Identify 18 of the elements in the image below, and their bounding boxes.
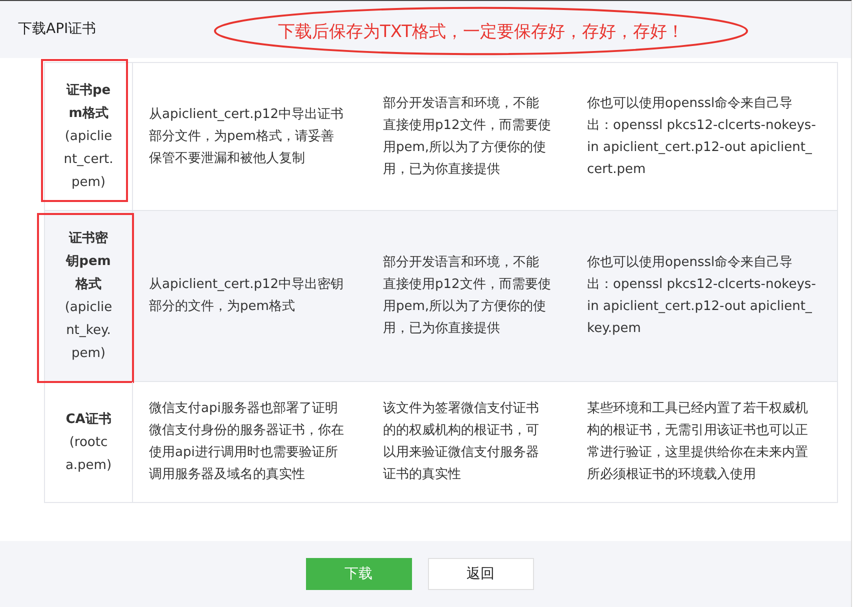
annotation-text: 下载后保存为TXT格式，一定要保存好，存好，存好！ — [278, 20, 684, 42]
table-cell-text: 部分开发语言和环境，不能直接使用p12文件，而需要使用pem,所以为了方便你的使用，已为你直接提供 — [383, 254, 551, 338]
back-button[interactable]: 返回 — [428, 558, 534, 590]
certificate-name: 证书密钥pem格式 — [64, 230, 112, 294]
file-name: (rootca.pem) — [64, 434, 113, 474]
table-cell-text: 你也可以使用openssl命令来自己导出：openssl pkcs12-clcerts-nokeys-in apiclient_cert.p12-out apiclient_key.pem — [587, 254, 817, 338]
table-cell-text: 该文件为签署微信支付证书的的权威机构的根证书，可以用来验证微信支付服务器证书的真实性 — [383, 400, 540, 484]
file-name: (apiclient_cert.pem) — [64, 128, 114, 192]
certificate-name: CA证书 — [64, 410, 112, 428]
table-cell-text: 微信支付api服务器也部署了证明微信支付身份的服务器证书，你在使用api进行调用时也需要验证所调用服务器及域名的真实性 — [149, 400, 344, 484]
table-cell-text: 你也可以使用openssl命令来自己导出：openssl pkcs12-clcerts-nokeys-in apiclient_cert.p12-out apiclient_cert.pem — [587, 94, 817, 178]
table-cell-text: 部分开发语言和环境，不能直接使用p12文件，而需要使用pem,所以为了方便你的使用，已为你直接提供 — [383, 94, 551, 178]
table-cell-text: 从apiclient_cert.p12中导出密钥部分的文件，为pem格式 — [149, 276, 344, 316]
table-cell-text: 某些环境和工具已经内置了若干权威机构的根证书，无需引用该证书也可以正常进行验证，这里提供给你在未来内置所必须根证书的环境载入使用 — [587, 400, 809, 484]
certificate-name: 证书pem格式 — [65, 82, 112, 123]
dialog-title: 下载API证书 — [18, 20, 96, 38]
file-name: (apiclient_key.pem) — [64, 299, 114, 363]
table-cell-text: 从apiclient_cert.p12中导出证书部分文件，为pem格式，请妥善保管不要泄漏和被他人复制 — [149, 106, 344, 168]
